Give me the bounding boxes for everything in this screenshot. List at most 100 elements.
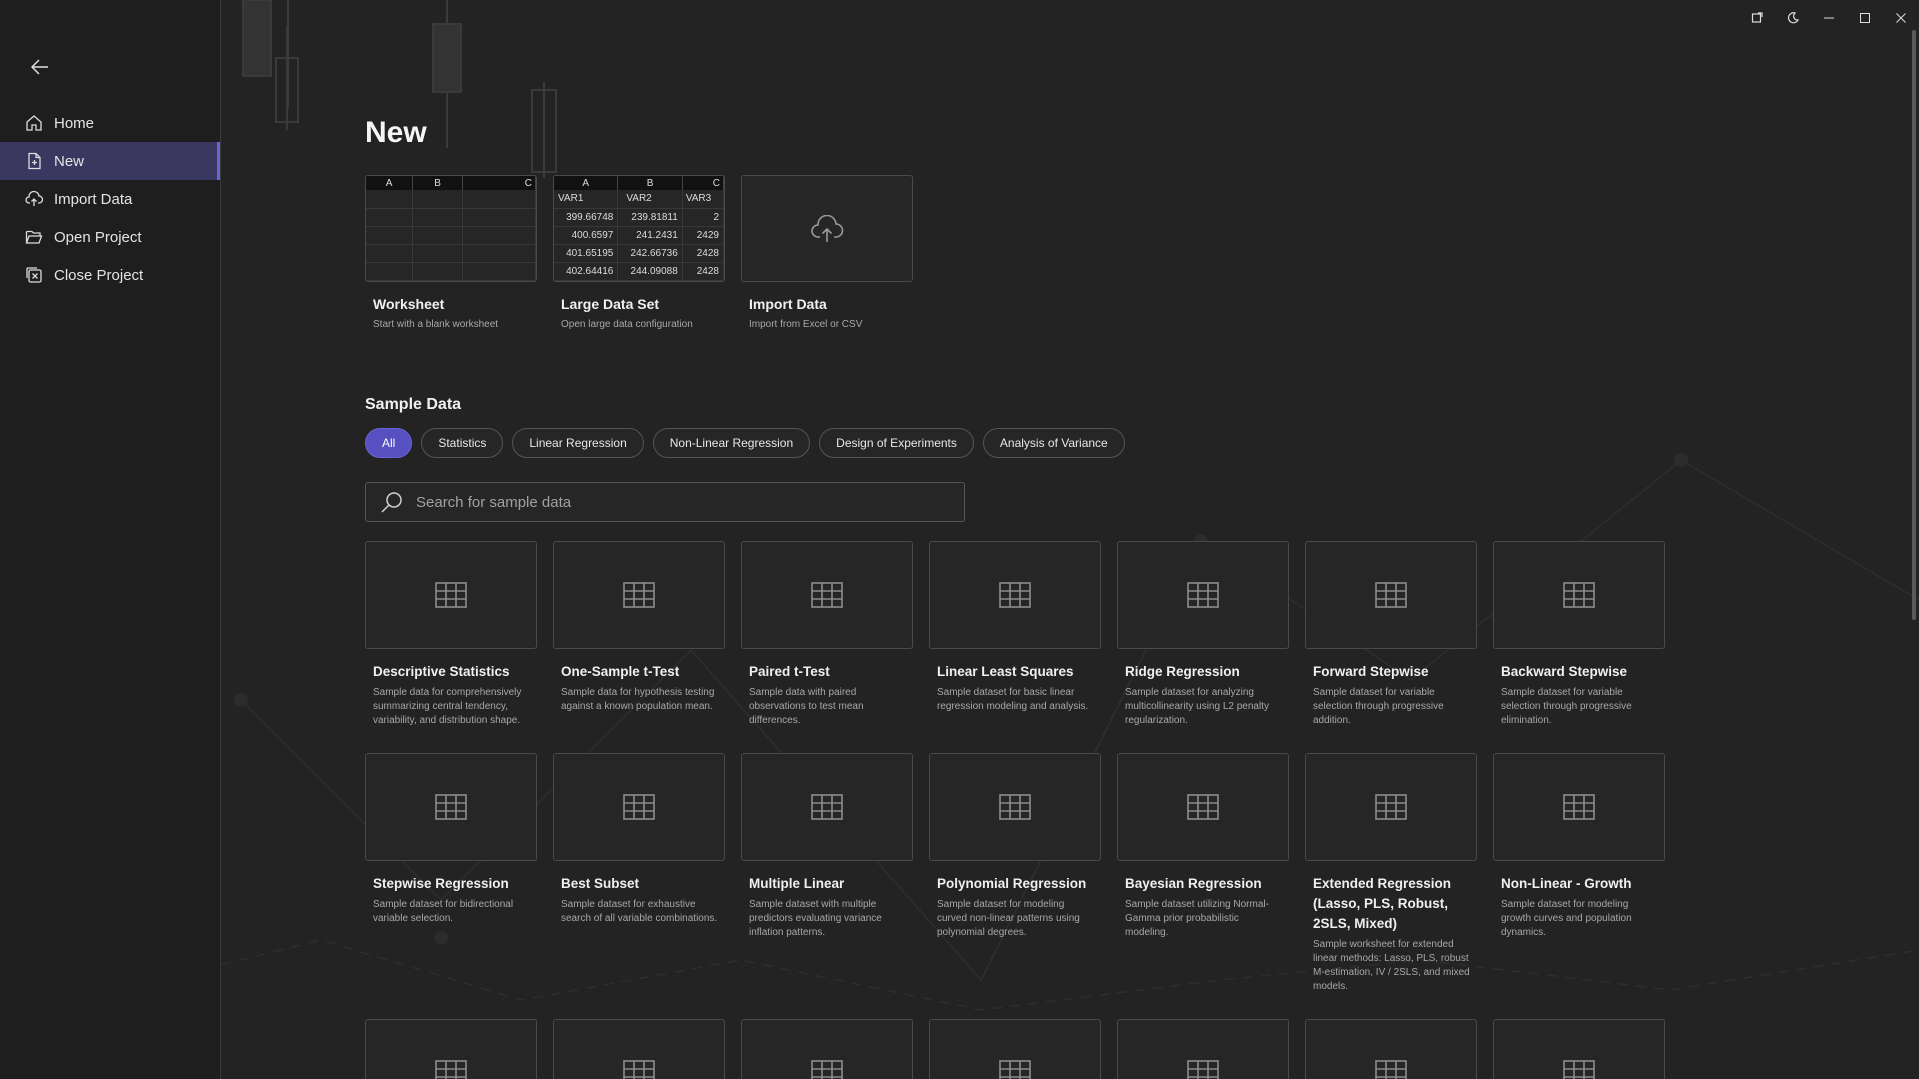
sample-card-thumbnail[interactable] bbox=[1305, 541, 1477, 649]
sample-card[interactable]: Forward Stepwise Sample dataset for varia… bbox=[1305, 541, 1477, 728]
sample-card-thumbnail[interactable] bbox=[1493, 1019, 1665, 1079]
filter-design-of-experiments[interactable]: Design of Experiments bbox=[819, 428, 974, 458]
sidebar-item-new[interactable]: New bbox=[0, 142, 220, 180]
sample-card-description: Sample dataset for bidirectional variabl… bbox=[373, 899, 514, 924]
sample-card-thumbnail[interactable] bbox=[1493, 541, 1665, 649]
table-grid-icon bbox=[435, 794, 467, 820]
sample-card[interactable] bbox=[741, 1019, 913, 1079]
filter-analysis-of-variance[interactable]: Analysis of Variance bbox=[982, 428, 1125, 458]
new-document-icon bbox=[25, 152, 43, 170]
new-large-data-set-card[interactable]: A B C VAR1 VAR2 VAR3 399.66748 239.81811… bbox=[553, 175, 725, 332]
sample-card-thumbnail[interactable] bbox=[553, 753, 725, 861]
sample-card-thumbnail[interactable] bbox=[553, 1019, 725, 1079]
sidebar-item-close-project[interactable]: Close Project bbox=[0, 256, 220, 294]
maximize-button[interactable] bbox=[1847, 0, 1883, 36]
table-grid-icon bbox=[1375, 1060, 1407, 1079]
sample-card-description: Sample dataset for variable selection th… bbox=[1313, 687, 1444, 726]
import-data-preview[interactable] bbox=[741, 175, 913, 282]
filter-statistics[interactable]: Statistics bbox=[421, 428, 504, 458]
close-icon bbox=[1896, 13, 1906, 23]
sample-card[interactable]: Linear Least Squares Sample dataset for b… bbox=[929, 541, 1101, 714]
sample-card[interactable]: Stepwise Regression Sample dataset for bi… bbox=[365, 753, 537, 926]
filter-all[interactable]: All bbox=[365, 428, 413, 458]
sidebar-item-label: Close Project bbox=[54, 266, 144, 284]
sample-card[interactable]: Bayesian Regression Sample dataset utiliz… bbox=[1117, 753, 1289, 940]
cell: 401.65195 bbox=[554, 244, 619, 263]
sample-card[interactable] bbox=[929, 1019, 1101, 1079]
sample-card[interactable]: Extended Regression (Lasso, PLS, Robust,… bbox=[1305, 753, 1477, 994]
sample-card[interactable] bbox=[553, 1019, 725, 1079]
sample-card-thumbnail[interactable] bbox=[365, 1019, 537, 1079]
column-header: B bbox=[617, 176, 683, 190]
sample-card[interactable]: Ridge Regression Sample dataset for analy… bbox=[1117, 541, 1289, 728]
sample-card-thumbnail[interactable] bbox=[1117, 1019, 1289, 1079]
sample-card[interactable] bbox=[365, 1019, 537, 1079]
sample-card-thumbnail[interactable] bbox=[1493, 753, 1665, 861]
sample-card-description: Sample dataset with multiple predictors … bbox=[749, 899, 882, 938]
filter-non-linear-regression[interactable]: Non-Linear Regression bbox=[652, 428, 811, 458]
card-title: Import Data bbox=[749, 296, 827, 312]
scrollbar[interactable] bbox=[1912, 30, 1916, 620]
sample-card-thumbnail[interactable] bbox=[553, 541, 725, 649]
sidebar-item-label: New bbox=[54, 152, 85, 170]
sidebar-item-home[interactable]: Home bbox=[0, 104, 220, 142]
sample-card-description: Sample data for hypothesis testing again… bbox=[561, 687, 715, 712]
sample-card-thumbnail[interactable] bbox=[1117, 541, 1289, 649]
sample-card-thumbnail[interactable] bbox=[741, 1019, 913, 1079]
sample-card[interactable] bbox=[1493, 1019, 1665, 1079]
sample-card-thumbnail[interactable] bbox=[929, 541, 1101, 649]
sample-card-thumbnail[interactable] bbox=[365, 753, 537, 861]
theme-toggle-button[interactable] bbox=[1775, 0, 1811, 36]
sample-card[interactable]: Multiple Linear Sample dataset with multi… bbox=[741, 753, 913, 940]
close-project-icon bbox=[25, 266, 43, 284]
card-description: Open large data configuration bbox=[561, 319, 693, 330]
cell: 242.66736 bbox=[617, 244, 683, 263]
worksheet-preview[interactable]: A B C bbox=[365, 175, 537, 282]
sample-card[interactable] bbox=[1117, 1019, 1289, 1079]
sample-card-thumbnail[interactable] bbox=[1305, 1019, 1477, 1079]
sample-card[interactable]: One-Sample t-Test Sample data for hypothe… bbox=[553, 541, 725, 714]
back-button[interactable] bbox=[26, 54, 54, 80]
sample-card-thumbnail[interactable] bbox=[741, 541, 913, 649]
search-input[interactable] bbox=[416, 493, 936, 511]
filter-linear-regression[interactable]: Linear Regression bbox=[512, 428, 644, 458]
sample-card-thumbnail[interactable] bbox=[1305, 753, 1477, 861]
table-grid-icon bbox=[1187, 794, 1219, 820]
sample-card-title: Descriptive Statistics bbox=[373, 664, 510, 679]
sample-card[interactable] bbox=[1305, 1019, 1477, 1079]
table-grid-icon bbox=[999, 1060, 1031, 1079]
new-worksheet-card[interactable]: A B C Worksheet Start with a blank works… bbox=[365, 175, 537, 332]
sample-card-thumbnail[interactable] bbox=[1117, 753, 1289, 861]
folder-open-icon bbox=[25, 228, 43, 246]
sidebar-item-open-project[interactable]: Open Project bbox=[0, 218, 220, 256]
sample-card-thumbnail[interactable] bbox=[929, 1019, 1101, 1079]
sample-card-title: Best Subset bbox=[561, 876, 640, 891]
minimize-button[interactable] bbox=[1811, 0, 1847, 36]
refresh-button[interactable] bbox=[1739, 0, 1775, 36]
sample-card[interactable]: Best Subset Sample dataset for exhaustive… bbox=[553, 753, 725, 926]
sample-card-title: Extended Regression (Lasso, PLS, Robust,… bbox=[1313, 876, 1452, 931]
cell: 244.09088 bbox=[617, 262, 683, 281]
sample-card-thumbnail[interactable] bbox=[929, 753, 1101, 861]
large-data-set-preview[interactable]: A B C VAR1 VAR2 VAR3 399.66748 239.81811… bbox=[553, 175, 725, 282]
search-box[interactable] bbox=[365, 482, 965, 522]
sample-card-thumbnail[interactable] bbox=[741, 753, 913, 861]
column-header: C bbox=[682, 176, 724, 190]
sample-card[interactable]: Non-Linear - Growth Sample dataset for mo… bbox=[1493, 753, 1665, 940]
sample-card[interactable]: Backward Stepwise Sample dataset for vari… bbox=[1493, 541, 1665, 728]
cell: 2428 bbox=[682, 262, 724, 281]
column-header: A bbox=[366, 176, 414, 190]
table-grid-icon bbox=[999, 794, 1031, 820]
new-import-data-card[interactable]: Import Data Import from Excel or CSV bbox=[741, 175, 913, 332]
sample-card-description: Sample dataset for exhaustive search of … bbox=[561, 899, 718, 924]
sample-card-title: Paired t-Test bbox=[749, 664, 830, 679]
cell: VAR3 bbox=[682, 190, 724, 209]
sample-card-title: Stepwise Regression bbox=[373, 876, 509, 891]
sidebar-item-import-data[interactable]: Import Data bbox=[0, 180, 220, 218]
sample-card[interactable]: Paired t-Test Sample data with paired obs… bbox=[741, 541, 913, 728]
sample-card-thumbnail[interactable] bbox=[365, 541, 537, 649]
sample-card[interactable]: Polynomial Regression Sample dataset for … bbox=[929, 753, 1101, 940]
dark-mode-icon bbox=[1787, 12, 1799, 24]
sidebar-nav: Home New Import Data Open Project Close … bbox=[0, 104, 220, 294]
sample-card[interactable]: Descriptive Statistics Sample data for co… bbox=[365, 541, 537, 728]
